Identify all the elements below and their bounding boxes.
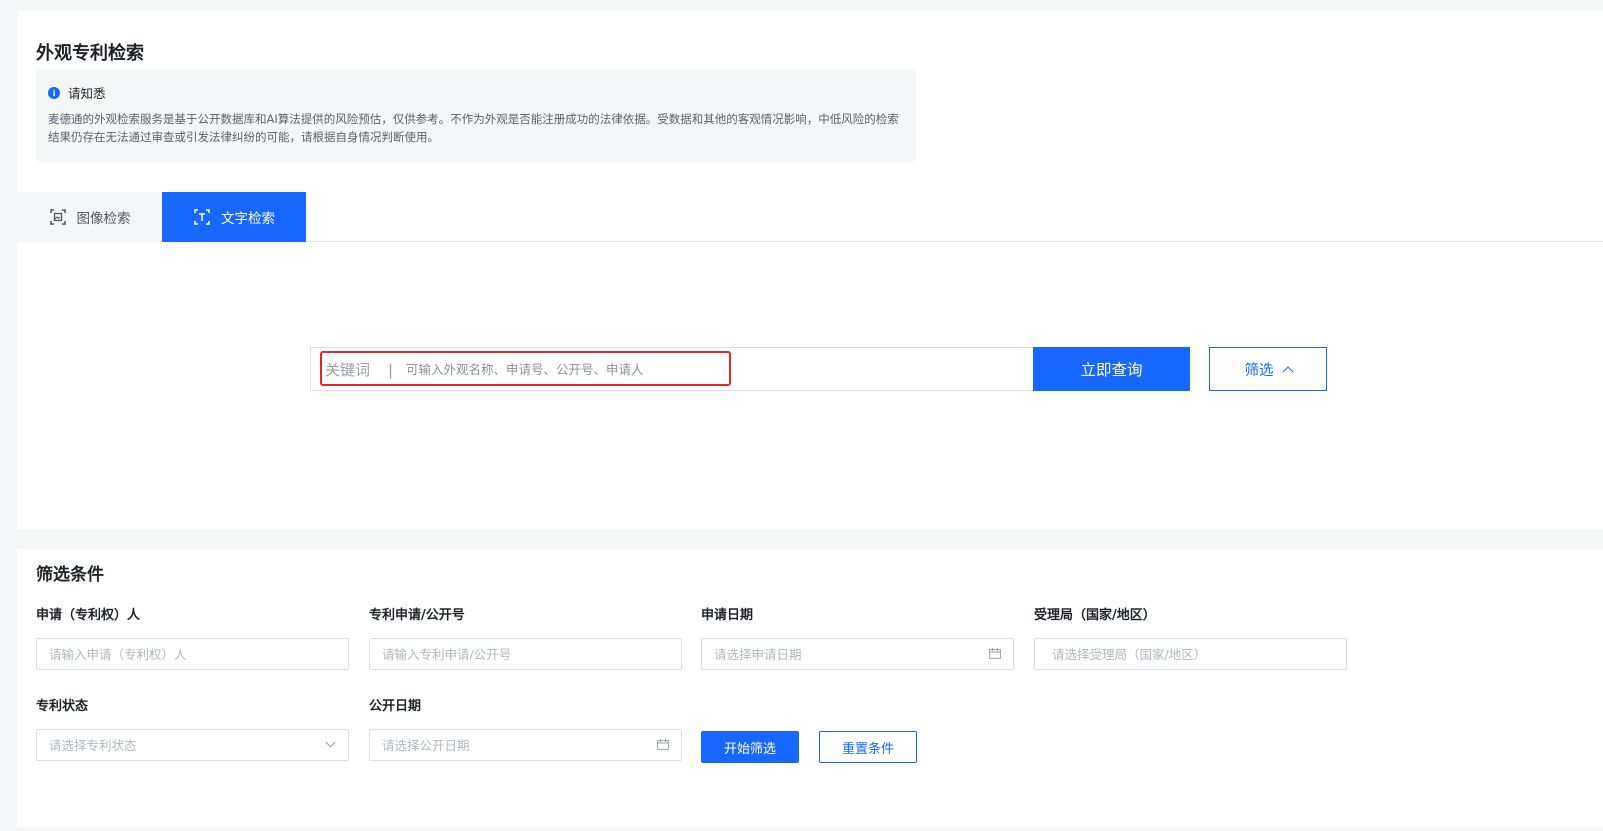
filter-toggle-label: 筛选 [1244, 362, 1274, 379]
patent-status-select[interactable] [36, 729, 349, 761]
field-label: 申请（专利权）人 [36, 608, 141, 623]
office-input[interactable] [1052, 639, 1322, 669]
keyword-label: 关键词 [325, 361, 371, 379]
notice-title: 请知悉 [68, 86, 106, 101]
text-scan-icon [194, 209, 210, 225]
patent-status-input[interactable] [49, 730, 319, 760]
applicant-field[interactable] [36, 638, 349, 670]
notice-header: i 请知悉 [48, 83, 106, 102]
search-mode-tabs: 图像检索 文字检索 [17, 192, 1603, 242]
chevron-up-icon [1281, 365, 1294, 378]
tab-text-search[interactable]: 文字检索 [162, 192, 306, 242]
tab-text-search-label: 文字检索 [221, 211, 275, 227]
notice-body: 麦德通的外观检索服务是基于公开数据库和AI算法提供的风险预估，仅供参考。不作为外… [48, 112, 899, 144]
patent-number-field[interactable] [369, 638, 682, 670]
calendar-icon [657, 739, 669, 750]
field-label: 受理局（国家/地区） [1034, 608, 1156, 623]
field-label: 专利申请/公开号 [369, 608, 465, 623]
field-applicant: 申请（专利权）人 [36, 606, 349, 670]
calendar-icon [989, 648, 1001, 659]
keyword-search-box[interactable]: 关键词 | [310, 347, 1034, 391]
application-date-input[interactable] [714, 639, 984, 669]
image-scan-icon [49, 209, 66, 225]
search-panel: 外观专利检索 i 请知悉 麦德通的外观检索服务是基于公开数据库和AI算法提供的风… [17, 11, 1603, 529]
field-office: 受理局（国家/地区） [1034, 606, 1347, 670]
tab-image-search[interactable]: 图像检索 [17, 192, 162, 242]
field-patent-status: 专利状态 [36, 697, 349, 761]
publication-date-input[interactable] [382, 730, 652, 760]
field-application-date: 申请日期 [701, 606, 1014, 670]
publication-date-picker[interactable] [369, 729, 682, 761]
field-label: 专利状态 [36, 699, 89, 714]
applicant-input[interactable] [49, 639, 319, 669]
field-patent-number: 专利申请/公开号 [369, 606, 682, 670]
tab-image-search-label: 图像检索 [76, 211, 131, 227]
field-publication-date: 公开日期 [369, 697, 682, 761]
application-date-picker[interactable] [701, 638, 1014, 670]
start-filter-button[interactable]: 开始筛选 [701, 731, 799, 763]
filter-section-title: 筛选条件 [36, 565, 104, 585]
field-label: 申请日期 [701, 608, 754, 623]
query-now-button[interactable]: 立即查询 [1033, 347, 1190, 391]
chevron-down-icon [325, 737, 336, 748]
patent-number-input[interactable] [382, 639, 652, 669]
notice-box: i 请知悉 麦德通的外观检索服务是基于公开数据库和AI算法提供的风险预估，仅供参… [36, 69, 916, 162]
keyword-input[interactable] [406, 357, 1006, 381]
filter-panel: 筛选条件 申请（专利权）人 专利申请/公开号 申请日期 受理局（国家/地区） 专… [17, 549, 1603, 827]
field-label: 公开日期 [369, 699, 422, 714]
reset-filter-button[interactable]: 重置条件 [819, 731, 917, 763]
page-title: 外观专利检索 [36, 43, 144, 64]
keyword-separator: | [388, 361, 394, 379]
info-icon: i [48, 86, 60, 99]
filter-toggle-button[interactable]: 筛选 [1209, 347, 1327, 391]
office-field[interactable] [1034, 638, 1347, 670]
